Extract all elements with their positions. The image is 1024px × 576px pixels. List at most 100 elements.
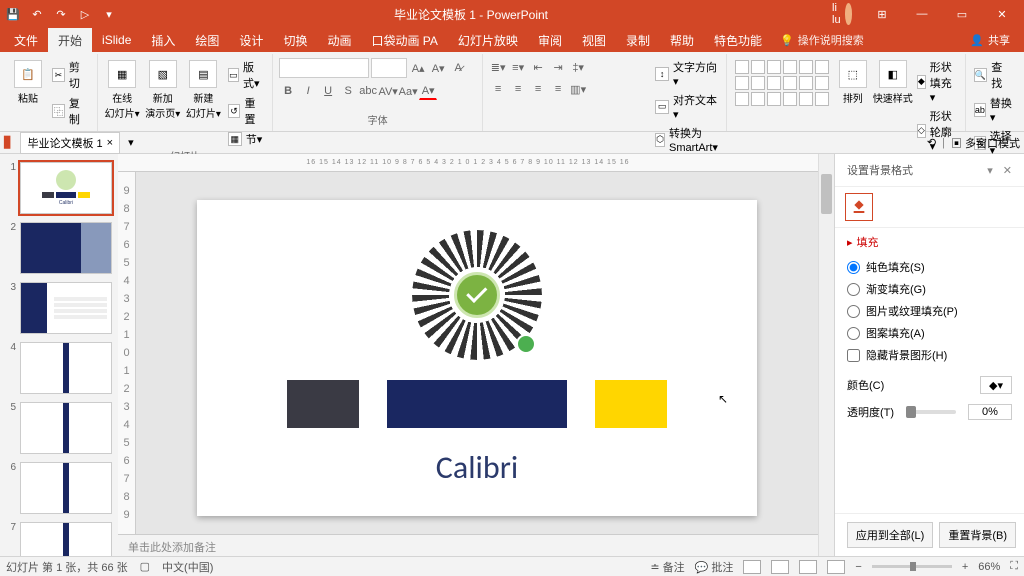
reset-button[interactable]: ↺重置 — [226, 94, 266, 128]
tab-animations[interactable]: 动画 — [317, 28, 361, 52]
tab-transitions[interactable]: 切换 — [273, 28, 317, 52]
zoom-level[interactable]: 66% — [978, 561, 1000, 573]
ruler-horizontal[interactable]: 16 15 14 13 12 11 10 9 8 7 6 5 4 3 2 1 0… — [118, 154, 818, 172]
thumbnail-4[interactable] — [20, 342, 112, 394]
layout-button[interactable]: ▭版式▾ — [226, 58, 266, 92]
tab-insert[interactable]: 插入 — [141, 28, 185, 52]
tab-features[interactable]: 特色功能 — [704, 28, 772, 52]
pane-dropdown-icon[interactable]: ▾ — [987, 164, 993, 177]
tab-design[interactable]: 设计 — [229, 28, 273, 52]
tab-review[interactable]: 审阅 — [528, 28, 572, 52]
slide-thumbnail-panel[interactable]: 1Calibri 2 3 4 5 6 7 — [0, 154, 118, 556]
tab-draw[interactable]: 绘图 — [185, 28, 229, 52]
pane-close-icon[interactable]: ✕ — [1003, 164, 1012, 177]
thumbnail-1[interactable]: Calibri — [20, 162, 112, 214]
align-left-button[interactable]: ≡ — [489, 80, 507, 98]
document-tab[interactable]: 毕业论文模板 1 × — [20, 132, 120, 154]
font-size-input[interactable] — [371, 58, 407, 78]
paste-button[interactable]: 📋粘贴 — [10, 58, 46, 107]
close-tab-icon[interactable]: × — [107, 137, 113, 149]
bold-button[interactable]: B — [279, 82, 297, 100]
indent-inc-button[interactable]: ⇥ — [549, 58, 567, 76]
zoom-out-button[interactable]: − — [855, 561, 861, 573]
sorter-view-button[interactable] — [771, 560, 789, 574]
multi-window-mode[interactable]: ▣ 多窗口模式 — [951, 135, 1020, 151]
color-picker-button[interactable]: ◆▾ — [980, 376, 1012, 394]
normal-view-button[interactable] — [743, 560, 761, 574]
align-text-button[interactable]: ▭对齐文本▾ — [653, 91, 724, 122]
shadow-button[interactable]: abc — [359, 82, 377, 100]
cut-button[interactable]: ✂剪切 — [50, 58, 91, 92]
ruler-vertical[interactable]: 9876543210123456789 — [118, 172, 136, 534]
tab-slideshow[interactable]: 幻灯片放映 — [448, 28, 528, 52]
gradient-fill-radio[interactable]: 渐变填充(G) — [847, 278, 1012, 300]
underline-button[interactable]: U — [319, 82, 337, 100]
tab-pocket-anim[interactable]: 口袋动画 PA — [361, 28, 447, 52]
tab-recording[interactable]: 录制 — [616, 28, 660, 52]
user-account[interactable]: li lu — [824, 3, 860, 25]
section-button[interactable]: ▦节▾ — [226, 130, 266, 148]
shape-fill-button[interactable]: ◆形状填充▾ — [915, 58, 959, 105]
align-right-button[interactable]: ≡ — [529, 80, 547, 98]
new-from-button[interactable]: ▧新加演示页▾ — [144, 58, 181, 122]
vertical-scrollbar[interactable] — [818, 154, 834, 556]
tab-list-dropdown[interactable]: ▾ — [128, 136, 134, 149]
scrollbar-thumb[interactable] — [821, 174, 832, 214]
decrease-font-icon[interactable]: A▾ — [429, 59, 447, 77]
zoom-slider[interactable] — [872, 565, 952, 568]
language-indicator[interactable]: 中文(中国) — [162, 559, 213, 575]
fill-section-header[interactable]: ▸ 填充 — [847, 234, 1012, 250]
hide-bg-checkbox[interactable]: 隐藏背景图形(H) — [847, 344, 1012, 366]
strike-button[interactable]: S — [339, 82, 357, 100]
notes-pane[interactable]: 单击此处添加备注 — [118, 534, 818, 556]
numbering-button[interactable]: ≡▾ — [509, 58, 527, 76]
slideshow-view-button[interactable] — [827, 560, 845, 574]
slideshow-from-start-icon[interactable]: ▷ — [76, 5, 94, 23]
transparency-slider[interactable] — [906, 410, 956, 414]
redo-icon[interactable]: ↷ — [52, 5, 70, 23]
replace-button[interactable]: ab替换▾ — [972, 94, 1014, 125]
increase-font-icon[interactable]: A▴ — [409, 59, 427, 77]
zoom-in-button[interactable]: + — [962, 561, 968, 573]
quick-styles-button[interactable]: ◧快速样式 — [875, 58, 911, 107]
online-slide-button[interactable]: ▦在线幻灯片▾ — [104, 58, 141, 122]
italic-button[interactable]: I — [299, 82, 317, 100]
spell-check-icon[interactable]: ▢ — [140, 560, 150, 573]
thumbnail-7[interactable] — [20, 522, 112, 556]
maximize-button[interactable]: ▭ — [944, 3, 980, 25]
reset-background-button[interactable]: 重置背景(B) — [939, 522, 1016, 548]
apply-to-all-button[interactable]: 应用到全部(L) — [847, 522, 933, 548]
text-direction-button[interactable]: ↕文字方向▾ — [653, 58, 724, 89]
columns-button[interactable]: ▥▾ — [569, 80, 587, 98]
undo-icon[interactable]: ↶ — [28, 5, 46, 23]
font-color-button[interactable]: A▾ — [419, 82, 437, 100]
arrange-button[interactable]: ⬚排列 — [835, 58, 871, 107]
restore-window-icon[interactable]: ⟲ — [927, 136, 936, 149]
indent-dec-button[interactable]: ⇤ — [529, 58, 547, 76]
qat-more-icon[interactable]: ▾ — [100, 5, 118, 23]
notes-toggle[interactable]: ≐ 备注 — [650, 559, 684, 575]
reading-view-button[interactable] — [799, 560, 817, 574]
tab-file[interactable]: 文件 — [4, 28, 48, 52]
find-button[interactable]: 🔍查找 — [972, 58, 1014, 92]
clear-format-icon[interactable]: A̷ — [449, 59, 467, 77]
tell-me-search[interactable]: 💡 操作说明搜索 — [772, 32, 872, 48]
change-case-button[interactable]: Aa▾ — [399, 82, 417, 100]
transparency-input[interactable] — [968, 404, 1012, 420]
tab-islide[interactable]: iSlide — [92, 28, 141, 52]
thumbnail-2[interactable] — [20, 222, 112, 274]
slide-canvas[interactable]: Calibri — [197, 200, 757, 516]
comments-toggle[interactable]: 💬 批注 — [695, 559, 734, 575]
close-button[interactable]: ✕ — [984, 3, 1020, 25]
save-icon[interactable]: 💾 — [4, 5, 22, 23]
minimize-button[interactable]: — — [904, 3, 940, 25]
char-spacing-button[interactable]: AV▾ — [379, 82, 397, 100]
smartart-button[interactable]: ⬡转换为 SmartArt▾ — [653, 124, 724, 155]
font-name-input[interactable] — [279, 58, 369, 78]
copy-button[interactable]: ⿻复制 — [50, 94, 91, 128]
solid-fill-radio[interactable]: 纯色填充(S) — [847, 256, 1012, 278]
thumbnail-6[interactable] — [20, 462, 112, 514]
ribbon-options-icon[interactable]: ⊞ — [864, 3, 900, 25]
line-spacing-button[interactable]: ‡▾ — [569, 58, 587, 76]
tab-help[interactable]: 帮助 — [660, 28, 704, 52]
